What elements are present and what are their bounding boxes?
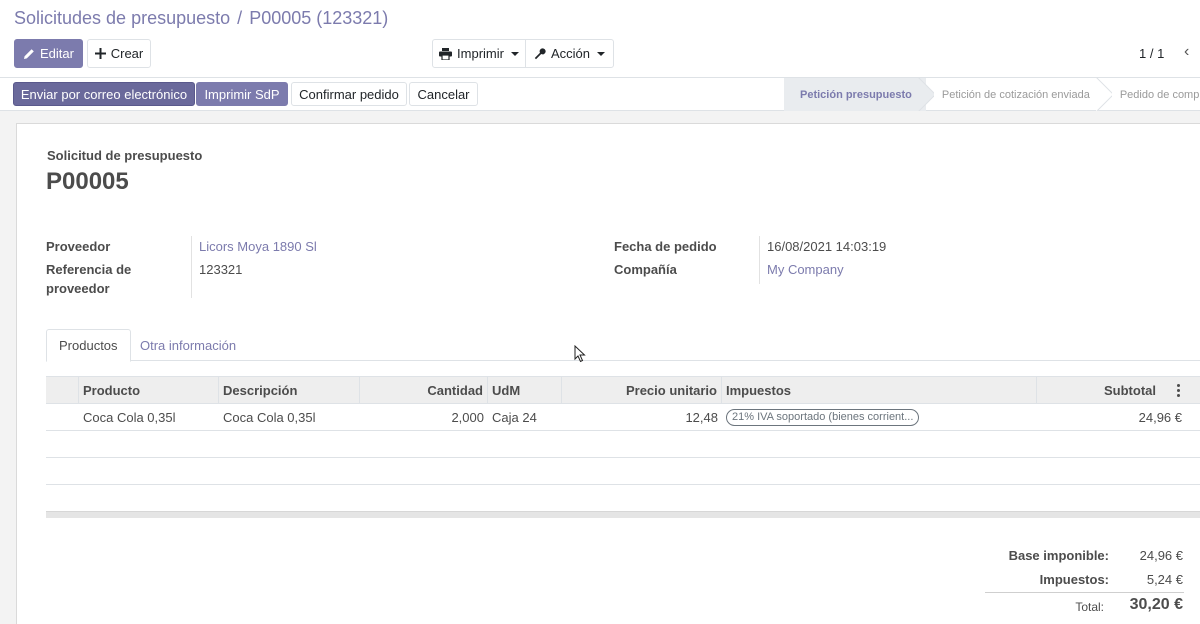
breadcrumb-current: P00005 (123321) <box>249 8 389 28</box>
pager-value[interactable]: 1 / 1 <box>1139 46 1164 61</box>
untaxed-amount-label: Base imponible: <box>1008 548 1109 563</box>
table-empty-row <box>46 431 1200 458</box>
cell-description: Coca Cola 0,35l <box>223 409 316 425</box>
caret-down-icon <box>597 51 606 56</box>
untaxed-amount-value: 24,96 € <box>1139 548 1183 563</box>
print-rfq-button[interactable]: Imprimir SdP <box>196 82 288 106</box>
create-button[interactable]: Crear <box>87 39 151 68</box>
send-by-email-button[interactable]: Enviar por correo electrónico <box>13 82 195 106</box>
notebook-tabs: Productos Otra información <box>46 329 1200 362</box>
table-empty-row <box>46 458 1200 485</box>
column-header-product[interactable]: Producto <box>79 377 219 404</box>
stage-rfq-sent: Petición de cotización enviada <box>926 78 1104 111</box>
stage-label: Pedido de compra <box>1119 88 1200 101</box>
stage-arrow <box>1096 78 1112 111</box>
table-empty-row <box>46 485 1200 512</box>
total-label: Total: <box>1075 600 1104 614</box>
document-name: P00005 <box>46 168 129 195</box>
order-date-label: Fecha de pedido <box>614 239 717 254</box>
order-date-field[interactable]: 16/08/2021 14:03:19 <box>767 237 886 256</box>
field-divider <box>759 236 760 284</box>
vendor-label: Proveedor <box>46 239 111 254</box>
caret-down-icon <box>510 51 519 56</box>
control-panel: Solicitudes de presupuesto / P00005 (123… <box>0 0 1200 78</box>
column-header-taxes[interactable]: Impuestos <box>722 377 1037 404</box>
action-button-label: Acción <box>550 46 591 61</box>
cell-quantity: 2,000 <box>451 409 484 425</box>
totals-divider <box>985 592 1184 593</box>
printer-icon <box>439 47 453 60</box>
statusbar: Enviar por correo electrónico Imprimir S… <box>0 78 1200 111</box>
create-button-label: Crear <box>110 46 144 61</box>
plus-icon <box>94 48 106 59</box>
status-stages: Petición presupuesto Petición de cotizac… <box>784 78 1200 111</box>
vendor-field[interactable]: Licors Moya 1890 Sl <box>199 237 317 256</box>
column-header-quantity[interactable]: Cantidad <box>360 377 488 404</box>
company-label: Compañía <box>614 262 677 277</box>
column-header-subtotal[interactable]: Subtotal <box>1037 377 1200 404</box>
tab-products[interactable]: Productos <box>46 329 131 362</box>
stage-label: Petición de cotización enviada <box>941 88 1090 101</box>
vendor-reference-label-line2: proveedor <box>46 281 110 296</box>
column-header-description[interactable]: Descripción <box>219 377 360 404</box>
optional-columns-icon[interactable] <box>1177 384 1180 397</box>
tab-other-info[interactable]: Otra información <box>128 329 248 361</box>
chevron-left-icon[interactable]: ‹ <box>1184 43 1189 61</box>
vendor-reference-label-line1: Referencia de <box>46 262 132 277</box>
total-value: 30,20 € <box>1129 596 1183 613</box>
cell-subtotal: 24,96 € <box>1138 409 1182 425</box>
edit-button-label: Editar <box>40 46 74 61</box>
stage-label: Petición presupuesto <box>800 88 912 101</box>
stage-rfq: Petición presupuesto <box>784 78 926 111</box>
wrench-icon <box>534 47 546 59</box>
edit-button[interactable]: Editar <box>14 39 83 68</box>
cell-uom: Caja 24 <box>492 409 537 425</box>
vendor-reference-field[interactable]: 123321 <box>199 260 242 279</box>
vendor-reference-label: Referencia de proveedor <box>46 260 131 298</box>
cell-product: Coca Cola 0,35l <box>83 409 176 425</box>
table-header: Producto Descripción Cantidad UdM Precio… <box>46 376 1200 404</box>
header-handle-column <box>46 377 79 404</box>
field-divider <box>191 236 192 298</box>
column-header-uom[interactable]: UdM <box>488 377 562 404</box>
cell-unit-price: 12,48 <box>685 409 718 425</box>
taxes-amount-value: 5,24 € <box>1146 572 1183 587</box>
cancel-button[interactable]: Cancelar <box>409 82 478 106</box>
column-header-unit-price[interactable]: Precio unitario <box>562 377 722 404</box>
company-field[interactable]: My Company <box>767 260 844 279</box>
pencil-icon <box>24 48 34 59</box>
stage-arrow <box>918 78 934 111</box>
stage-purchase-order: Pedido de compra <box>1104 78 1200 111</box>
print-dropdown-button[interactable]: Imprimir <box>432 39 526 68</box>
breadcrumb-parent-link[interactable]: Solicitudes de presupuesto <box>14 8 230 28</box>
taxes-amount-label: Impuestos: <box>1039 572 1109 587</box>
print-button-label: Imprimir <box>457 46 504 61</box>
cell-taxes: 21% IVA soportado (bienes corrient... <box>722 404 1037 430</box>
table-row[interactable]: Coca Cola 0,35l Coca Cola 0,35l 2,000 Ca… <box>46 404 1200 431</box>
breadcrumb-separator: / <box>237 8 243 28</box>
breadcrumb: Solicitudes de presupuesto / P00005 (123… <box>14 8 388 29</box>
action-dropdown-button[interactable]: Acción <box>525 39 614 68</box>
mouse-cursor-icon <box>574 345 586 363</box>
tax-tag: 21% IVA soportado (bienes corrient... <box>726 408 920 426</box>
document-type-label: Solicitud de presupuesto <box>47 148 203 163</box>
confirm-order-button[interactable]: Confirmar pedido <box>291 82 407 106</box>
table-footer <box>46 511 1200 518</box>
